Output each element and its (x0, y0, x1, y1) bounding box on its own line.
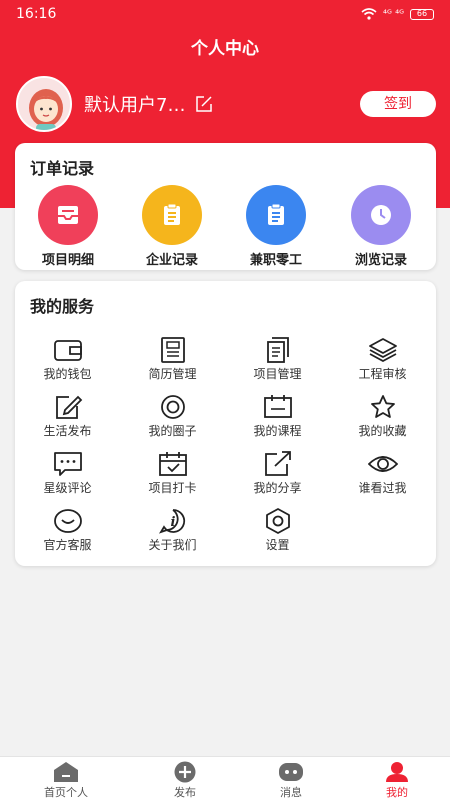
service-settings[interactable]: 设置 (225, 508, 330, 553)
calendar-icon (263, 395, 292, 418)
layers-icon (368, 338, 397, 363)
service-wallet[interactable]: 我的钱包 (15, 337, 120, 382)
tab-label: 首页个人 (44, 786, 88, 799)
service-label: 我的分享 (253, 481, 302, 495)
battery-icon: 66 (410, 8, 434, 20)
clock-icon (371, 205, 391, 225)
order-label: 浏览记录 (354, 253, 407, 268)
signal-icon: ⁴ᴳ ⁴ᴳ (383, 8, 404, 20)
order-label: 兼职零工 (249, 253, 302, 268)
service-label: 我的钱包 (43, 367, 92, 381)
service-my-share[interactable]: 我的分享 (225, 451, 330, 496)
share-icon (264, 451, 291, 476)
service-engineering-review[interactable]: 工程审核 (330, 337, 435, 382)
settings-icon (265, 508, 290, 534)
service-label: 我的圈子 (148, 424, 197, 438)
service-label: 简历管理 (148, 367, 197, 381)
avatar[interactable] (16, 76, 72, 132)
clipboard-icon (164, 203, 180, 225)
documents-icon (266, 337, 289, 363)
service-customer-service[interactable]: 官方客服 (15, 508, 120, 553)
calendar-check-icon (158, 452, 187, 476)
service-project-checkin[interactable]: 项目打卡 (120, 451, 225, 496)
service-label: 项目管理 (253, 367, 302, 381)
service-label: 工程审核 (358, 367, 407, 381)
tab-home[interactable]: 首页个人 (21, 761, 111, 800)
status-bar: 16:16 ⁴ᴳ ⁴ᴳ 66 (0, 0, 450, 28)
service-label: 星级评论 (43, 481, 92, 495)
edit-icon (55, 395, 82, 419)
eye-icon (367, 456, 398, 472)
tab-publish[interactable]: 发布 (140, 761, 230, 800)
svg-text:i: i (170, 515, 175, 530)
service-my-courses[interactable]: 我的课程 (225, 394, 330, 439)
clipboard-icon (268, 203, 284, 225)
services-title: 我的服务 (30, 297, 95, 316)
order-item-project-details[interactable]: 项目明细 (18, 185, 118, 268)
wallet-icon (53, 340, 82, 361)
order-item-company-records[interactable]: 企业记录 (122, 185, 222, 268)
smile-icon (53, 509, 82, 533)
order-label: 企业记录 (145, 253, 198, 268)
bottom-tab-bar: 首页个人 发布 消息 我的 (0, 756, 450, 800)
service-project-management[interactable]: 项目管理 (225, 337, 330, 382)
orders-card: 订单记录 项目明细 企业记录 兼职零工 浏览记录 (15, 143, 436, 270)
home-icon (54, 762, 78, 782)
star-icon (370, 395, 395, 418)
order-label: 项目明细 (41, 253, 94, 268)
tab-label: 消息 (280, 786, 302, 799)
service-my-circle[interactable]: 我的圈子 (120, 394, 225, 439)
circle-icon (160, 395, 185, 419)
message-icon (279, 763, 303, 781)
profile-section: 默认用户7… 签到 (16, 76, 436, 132)
order-item-part-time[interactable]: 兼职零工 (226, 185, 326, 268)
tab-mine[interactable]: 我的 (352, 761, 442, 800)
service-about-us[interactable]: i 关于我们 (120, 508, 225, 553)
service-resume[interactable]: 简历管理 (120, 337, 225, 382)
service-label: 项目打卡 (148, 481, 197, 495)
service-label: 关于我们 (148, 538, 197, 552)
edit-name-icon[interactable] (195, 95, 213, 113)
service-who-viewed-me[interactable]: 谁看过我 (330, 451, 435, 496)
status-time: 16:16 (16, 6, 57, 22)
service-label: 我的课程 (253, 424, 302, 438)
services-card: 我的服务 我的钱包 简历管理 项目管理 工程审核 生活发布 我的圈子 我的课程 … (15, 281, 436, 566)
user-icon (386, 762, 408, 782)
tab-label: 我的 (386, 786, 408, 799)
wifi-icon (361, 8, 377, 20)
tab-messages[interactable]: 消息 (246, 761, 336, 800)
service-life-post[interactable]: 生活发布 (15, 394, 120, 439)
service-label: 生活发布 (43, 424, 92, 438)
service-label: 谁看过我 (358, 481, 407, 495)
info-icon: i (158, 509, 185, 534)
service-label: 设置 (265, 538, 290, 552)
orders-title: 订单记录 (30, 159, 95, 178)
signin-button[interactable]: 签到 (360, 91, 436, 117)
comment-icon (53, 452, 82, 476)
resume-icon (160, 337, 185, 363)
service-star-reviews[interactable]: 星级评论 (15, 451, 120, 496)
service-favorites[interactable]: 我的收藏 (330, 394, 435, 439)
username: 默认用户7… (84, 95, 186, 116)
inbox-icon (58, 206, 78, 224)
plus-icon (174, 761, 196, 783)
order-item-browse-history[interactable]: 浏览记录 (331, 185, 431, 268)
service-label: 我的收藏 (358, 424, 407, 438)
page-title: 个人中心 (191, 39, 259, 59)
tab-label: 发布 (174, 786, 196, 799)
service-label: 官方客服 (43, 538, 92, 552)
